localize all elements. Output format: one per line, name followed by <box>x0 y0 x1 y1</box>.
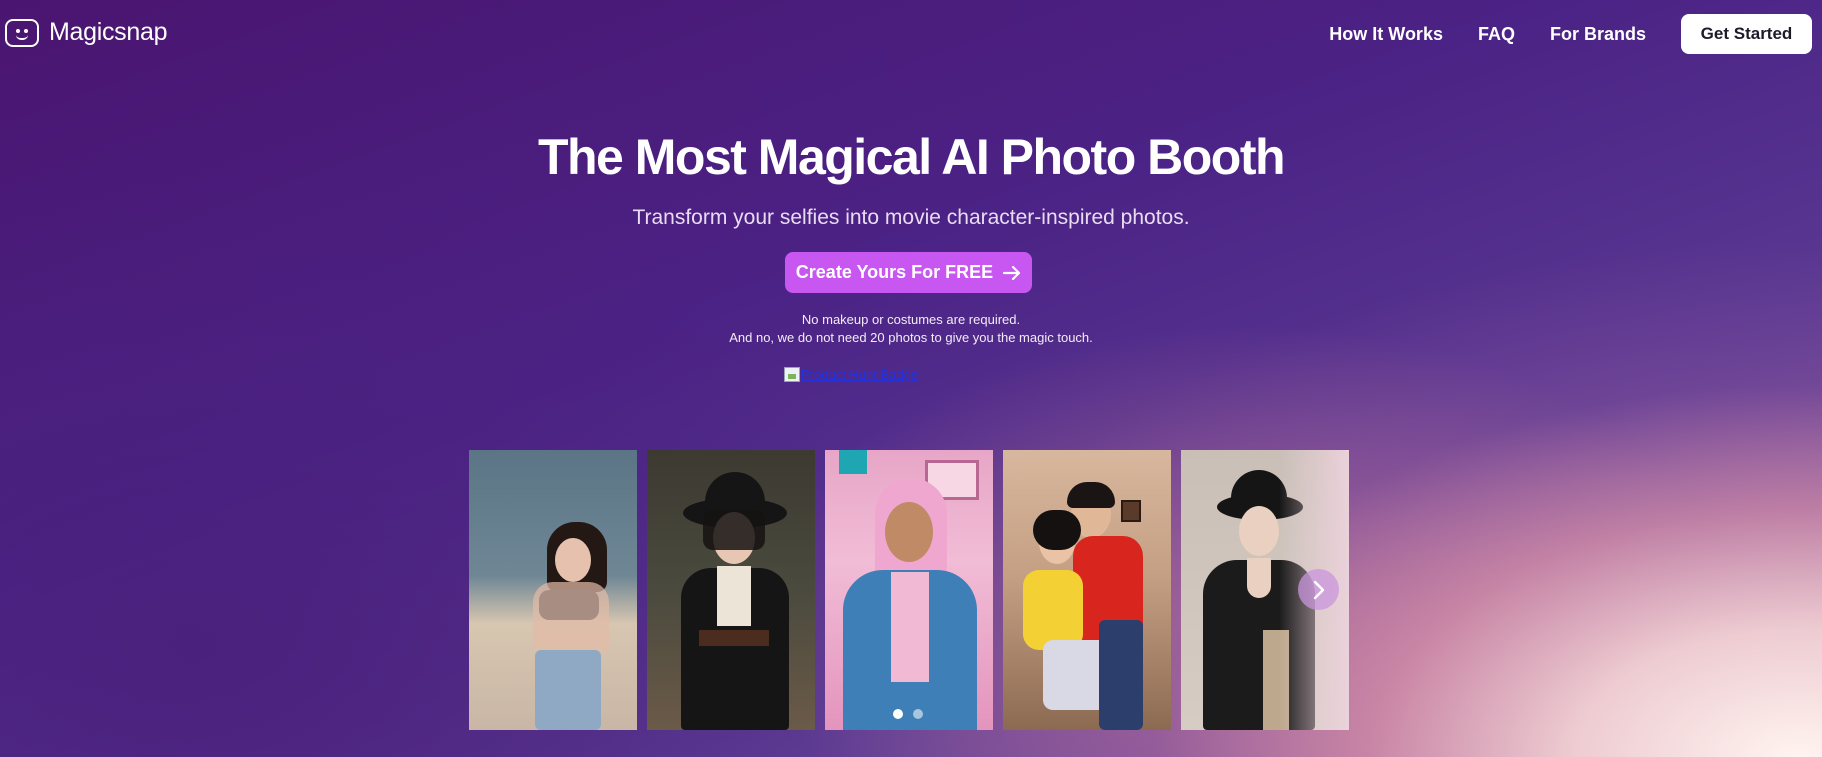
create-free-label: Create Yours For FREE <box>795 262 994 282</box>
get-started-button[interactable]: Get Started <box>1681 14 1812 54</box>
site-header: Magicsnap How It Works FAQ For Brands Ge… <box>0 0 1822 68</box>
photo-carousel <box>469 450 1349 730</box>
carousel-photo <box>1003 450 1171 730</box>
carousel-dot-1[interactable] <box>893 709 903 719</box>
hero-note-line-2: And no, we do not need 20 photos to give… <box>729 330 1093 345</box>
carousel-photo <box>469 450 637 730</box>
product-hunt-badge-link[interactable]: Product Hunt Badge <box>784 367 918 382</box>
nav-for-brands[interactable]: For Brands <box>1550 24 1646 45</box>
broken-image-icon <box>784 367 800 382</box>
create-free-button[interactable]: Create Yours For FREE <box>785 252 1032 293</box>
hero-title: The Most Magical AI Photo Booth <box>537 129 1286 185</box>
chevron-right-icon <box>1313 580 1324 599</box>
product-hunt-badge-alt: Product Hunt Badge <box>801 367 919 382</box>
carousel-photo <box>647 450 815 730</box>
carousel-pagination <box>893 709 923 719</box>
brand-name: Magicsnap <box>49 18 168 46</box>
carousel-photo <box>825 450 993 730</box>
nav-how-it-works[interactable]: How It Works <box>1329 24 1443 45</box>
arrow-right-icon <box>1003 265 1021 280</box>
nav-faq[interactable]: FAQ <box>1478 24 1515 45</box>
brand-logo[interactable]: Magicsnap <box>5 18 168 47</box>
magicsnap-logo-icon <box>5 18 39 47</box>
top-nav: How It Works FAQ For Brands Get Started <box>1329 14 1812 54</box>
carousel-next-button[interactable] <box>1298 569 1339 610</box>
hero-subtitle: Transform your selfies into movie charac… <box>632 206 1190 229</box>
hero-note-line-1: No makeup or costumes are required. <box>801 312 1021 327</box>
carousel-dot-2[interactable] <box>913 709 923 719</box>
